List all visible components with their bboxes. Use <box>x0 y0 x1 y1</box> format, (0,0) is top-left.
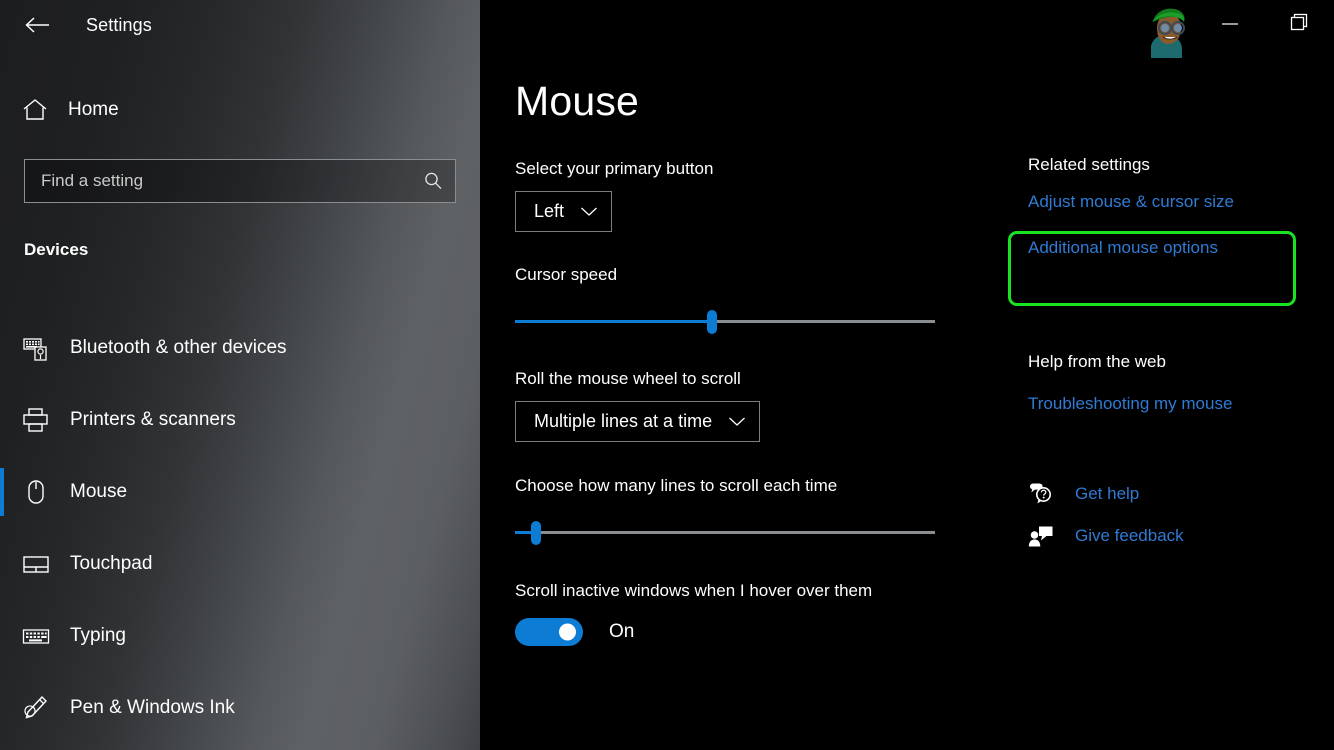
sidebar-item-printers-scanners[interactable]: Printers & scanners <box>0 384 480 456</box>
help-from-web-header: Help from the web <box>1028 352 1328 372</box>
page-title: Mouse <box>515 78 639 125</box>
scroll-inactive-toggle-row: On <box>515 618 985 646</box>
lines-to-scroll-setting: Choose how many lines to scroll each tim… <box>515 475 985 545</box>
main-panel: Mouse Select your primary button Left Cu… <box>480 0 1334 750</box>
selection-accent-bar <box>0 324 4 372</box>
sidebar: Settings Home Devices <box>0 0 480 750</box>
link-additional-mouse-options[interactable]: Additional mouse options <box>1028 238 1328 258</box>
sidebar-item-label: Mouse <box>70 481 127 503</box>
minimize-button[interactable] <box>1207 8 1253 40</box>
chevron-down-icon <box>728 416 746 427</box>
search-icon[interactable] <box>421 171 445 191</box>
sidebar-item-touchpad[interactable]: Touchpad <box>0 528 480 600</box>
selection-accent-bar <box>0 540 4 588</box>
selection-accent-bar <box>0 468 4 516</box>
mouse-settings-column: Select your primary button Left Cursor s… <box>515 158 985 646</box>
give-feedback-link[interactable]: Give feedback <box>1028 524 1328 548</box>
lines-to-scroll-slider[interactable] <box>515 521 935 545</box>
sidebar-item-mouse[interactable]: Mouse <box>0 456 480 528</box>
feedback-person-icon <box>1028 524 1058 548</box>
toggle-knob <box>559 624 576 641</box>
scroll-inactive-label: Scroll inactive windows when I hover ove… <box>515 580 985 602</box>
get-help-link[interactable]: Get help <box>1028 482 1328 506</box>
touchpad-icon <box>22 550 56 578</box>
settings-window: Settings Home Devices <box>0 0 1334 750</box>
back-arrow-icon[interactable] <box>14 8 60 42</box>
sidebar-item-label: Pen & Windows Ink <box>70 697 235 719</box>
window-title: Settings <box>86 15 152 36</box>
related-settings-rail: Related settings Adjust mouse & cursor s… <box>1028 155 1328 258</box>
cursor-speed-label: Cursor speed <box>515 264 985 286</box>
lines-to-scroll-label: Choose how many lines to scroll each tim… <box>515 475 985 497</box>
toggle-state-label: On <box>609 621 634 643</box>
give-feedback-label: Give feedback <box>1075 526 1184 546</box>
selection-accent-bar <box>0 684 4 732</box>
restore-button[interactable] <box>1277 6 1323 38</box>
question-bubble-icon <box>1028 482 1058 506</box>
sidebar-titlebar: Settings <box>0 0 480 50</box>
pen-icon <box>22 694 56 722</box>
related-settings-header: Related settings <box>1028 155 1328 175</box>
bluetooth-devices-icon <box>22 334 56 362</box>
wheel-scroll-dropdown[interactable]: Multiple lines at a time <box>515 401 760 442</box>
keyboard-icon <box>22 622 56 650</box>
avatar[interactable] <box>1139 2 1195 58</box>
wheel-scroll-setting: Roll the mouse wheel to scroll Multiple … <box>515 368 985 442</box>
cursor-speed-slider[interactable] <box>515 310 935 334</box>
slider-thumb[interactable] <box>707 310 717 334</box>
sidebar-group-header: Devices <box>24 240 88 260</box>
get-help-label: Get help <box>1075 484 1139 504</box>
sidebar-item-typing[interactable]: Typing <box>0 600 480 672</box>
sidebar-item-home[interactable]: Home <box>0 88 440 132</box>
home-label: Home <box>68 99 119 121</box>
wheel-scroll-value: Multiple lines at a time <box>534 411 712 432</box>
sidebar-nav-list: Bluetooth & other devices Printers & sca… <box>0 312 480 744</box>
primary-button-label: Select your primary button <box>515 158 985 180</box>
sidebar-item-label: Typing <box>70 625 126 647</box>
search-input[interactable] <box>41 171 421 191</box>
selection-accent-bar <box>0 612 4 660</box>
primary-button-value: Left <box>534 201 564 222</box>
cursor-speed-setting: Cursor speed <box>515 264 985 334</box>
scroll-inactive-toggle[interactable] <box>515 618 583 646</box>
chevron-down-icon <box>580 206 598 217</box>
primary-button-dropdown[interactable]: Left <box>515 191 612 232</box>
printer-icon <box>22 406 56 434</box>
scroll-inactive-setting: Scroll inactive windows when I hover ove… <box>515 580 985 646</box>
help-from-web-group: Help from the web Troubleshooting my mou… <box>1028 352 1328 548</box>
sidebar-item-label: Touchpad <box>70 553 152 575</box>
link-troubleshooting-my-mouse[interactable]: Troubleshooting my mouse <box>1028 394 1328 414</box>
selection-accent-bar <box>0 396 4 444</box>
sidebar-item-pen-windows-ink[interactable]: Pen & Windows Ink <box>0 672 480 744</box>
sidebar-item-label: Printers & scanners <box>70 409 236 431</box>
slider-fill <box>515 320 712 323</box>
sidebar-item-label: Bluetooth & other devices <box>70 337 287 359</box>
mouse-icon <box>22 478 56 506</box>
wheel-scroll-label: Roll the mouse wheel to scroll <box>515 368 985 390</box>
slider-thumb[interactable] <box>531 521 541 545</box>
search-box[interactable] <box>24 159 456 203</box>
slider-track <box>515 531 935 534</box>
sidebar-item-bluetooth-other-devices[interactable]: Bluetooth & other devices <box>0 312 480 384</box>
link-adjust-mouse-cursor-size[interactable]: Adjust mouse & cursor size <box>1028 192 1328 212</box>
home-icon <box>22 98 56 122</box>
primary-button-setting: Select your primary button Left <box>515 158 985 232</box>
action-links: Get help Give feedback <box>1028 482 1328 548</box>
